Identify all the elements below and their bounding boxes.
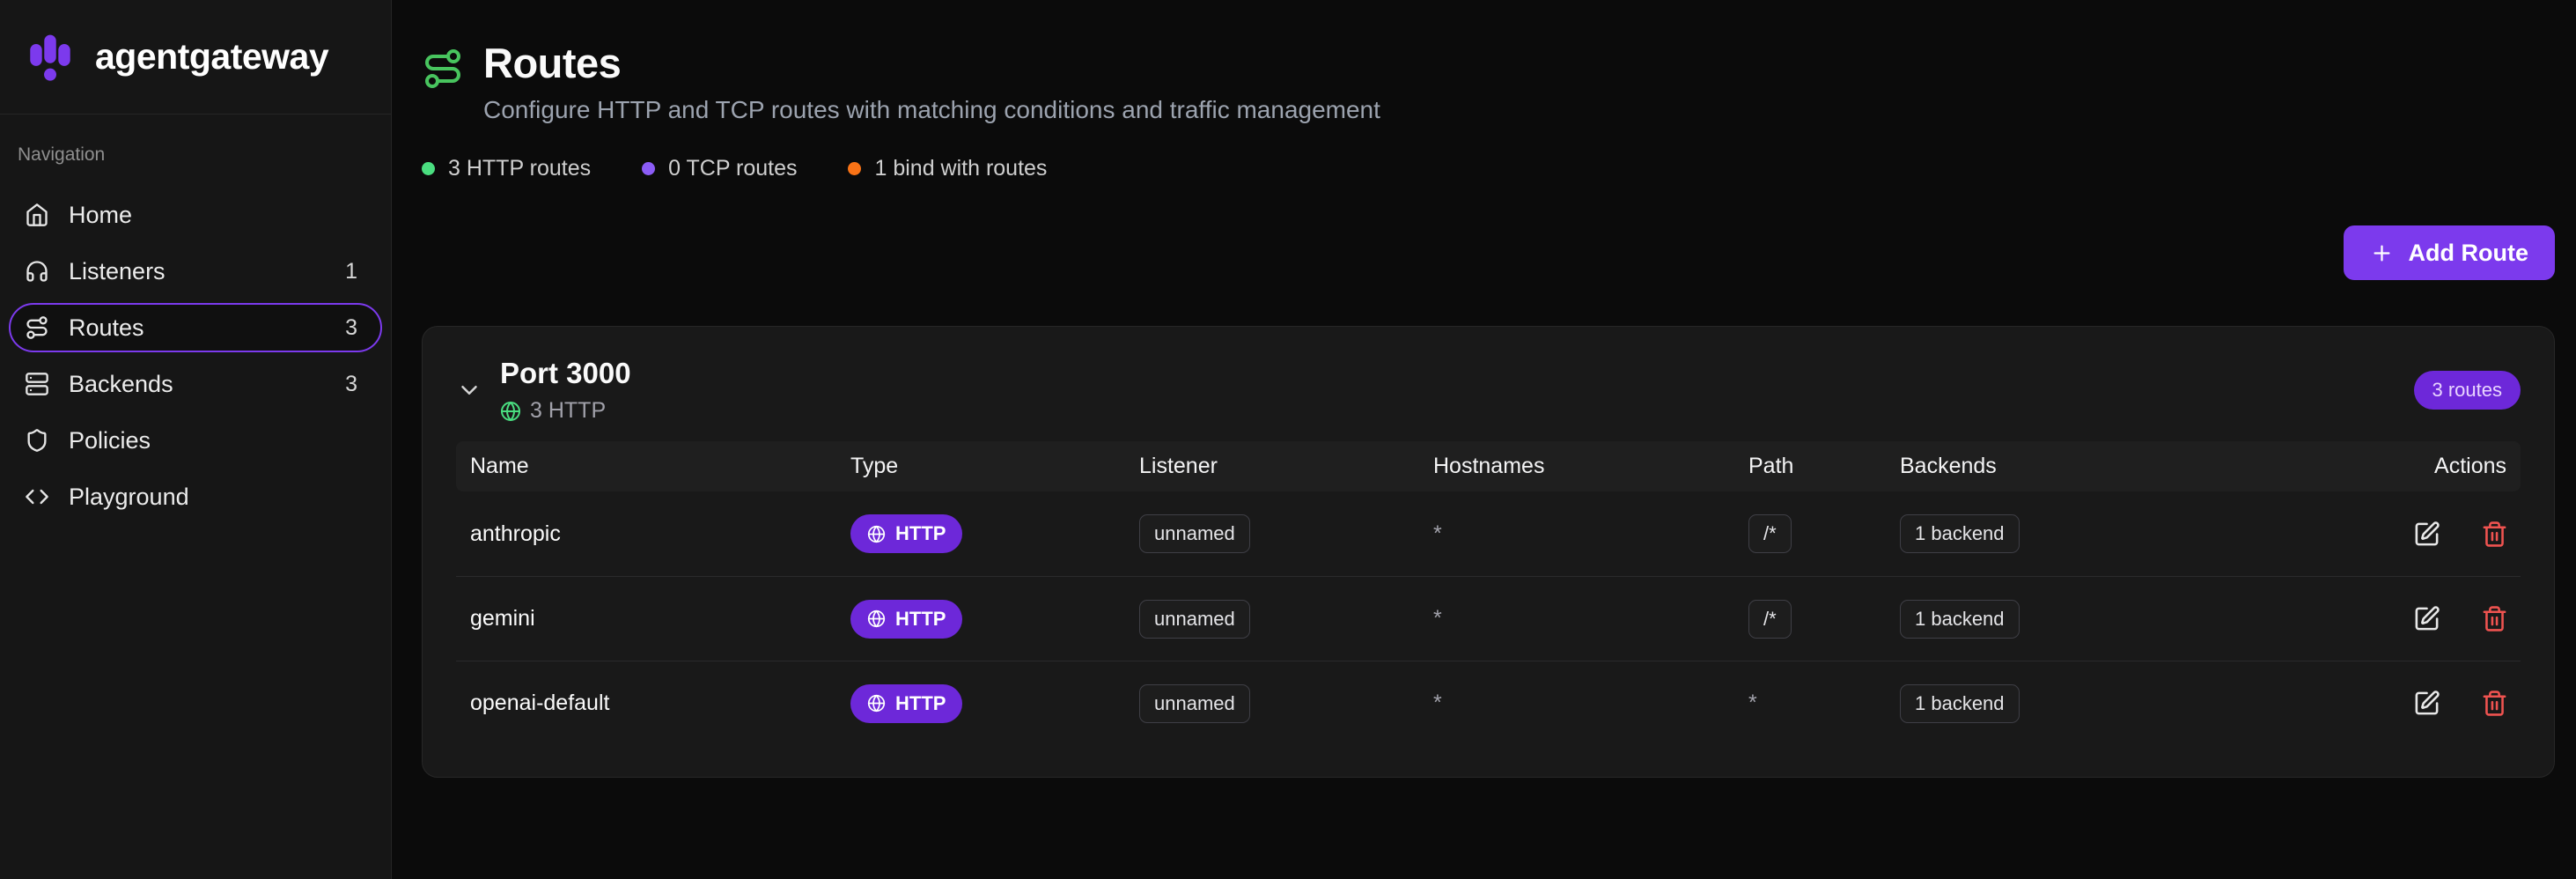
hostnames-value: * [1433, 691, 1748, 716]
shield-icon [25, 428, 49, 453]
port-group-subtitle: 3 HTTP [500, 398, 631, 424]
sidebar-item-home[interactable]: Home [9, 190, 382, 240]
sidebar-item-backends[interactable]: Backends 3 [9, 359, 382, 409]
globe-icon [867, 694, 886, 713]
delete-route-button[interactable] [2481, 521, 2508, 548]
route-icon [25, 315, 49, 340]
port-group-card: Port 3000 3 HTTP 3 routes Name Type List… [422, 326, 2555, 778]
edit-icon [2413, 690, 2440, 717]
column-header-listener: Listener [1139, 454, 1433, 479]
sidebar-nav: Navigation Home Listeners 1 Routes [0, 114, 391, 548]
page-title: Routes [483, 39, 1380, 87]
app-window: agentgateway Navigation Home Listeners 1 [0, 0, 2576, 879]
trash-icon [2481, 605, 2508, 632]
table-row: openai-default HTTP unnamed * * 1 backen… [456, 661, 2521, 745]
hostnames-value: * [1433, 521, 1748, 547]
toolbar: Add Route [422, 225, 2555, 280]
path-badge: /* [1748, 600, 1792, 639]
globe-icon [500, 401, 521, 422]
code-icon [25, 484, 49, 509]
edit-route-button[interactable] [2413, 690, 2440, 717]
listener-badge: unnamed [1139, 684, 1250, 723]
routes-count-badge: 3 routes [2414, 371, 2521, 410]
column-header-hostnames: Hostnames [1433, 454, 1748, 479]
globe-icon [867, 525, 886, 543]
edit-route-button[interactable] [2413, 521, 2440, 548]
port-group-header: Port 3000 3 HTTP 3 routes [423, 327, 2554, 424]
nav-section-label: Navigation [9, 134, 382, 183]
type-badge: HTTP [850, 684, 962, 723]
delete-route-button[interactable] [2481, 690, 2508, 717]
sidebar-item-policies[interactable]: Policies [9, 416, 382, 465]
listener-badge: unnamed [1139, 514, 1250, 553]
type-badge: HTTP [850, 514, 962, 553]
sidebar-item-listeners[interactable]: Listeners 1 [9, 247, 382, 296]
sidebar-item-playground[interactable]: Playground [9, 472, 382, 521]
home-icon [25, 203, 49, 227]
stat-tcp-routes: 0 TCP routes [642, 156, 797, 181]
column-header-actions: Actions [2358, 454, 2521, 479]
backends-badge: 1 backend [1900, 514, 2020, 553]
sidebar-item-label: Playground [69, 484, 189, 511]
sidebar: agentgateway Navigation Home Listeners 1 [0, 0, 392, 879]
column-header-name: Name [456, 454, 850, 479]
sidebar-item-label: Listeners [69, 258, 166, 285]
backends-badge: 1 backend [1900, 600, 2020, 639]
type-badge: HTTP [850, 600, 962, 639]
server-icon [25, 372, 49, 396]
brand-header: agentgateway [0, 0, 391, 114]
sidebar-item-count: 3 [345, 315, 366, 341]
sidebar-item-routes[interactable]: Routes 3 [9, 303, 382, 352]
sidebar-item-label: Routes [69, 314, 144, 342]
table-header-row: Name Type Listener Hostnames Path Backen… [456, 441, 2521, 491]
add-route-button[interactable]: Add Route [2344, 225, 2555, 280]
table-row: anthropic HTTP unnamed * /* 1 backend [456, 491, 2521, 576]
sidebar-item-label: Backends [69, 371, 173, 398]
agentgateway-logo-icon [23, 30, 77, 85]
purple-dot-icon [642, 162, 655, 175]
route-name: anthropic [456, 521, 850, 547]
edit-icon [2413, 605, 2440, 632]
table-row: gemini HTTP unnamed * /* 1 backend [456, 576, 2521, 661]
orange-dot-icon [848, 162, 861, 175]
stat-binds: 1 bind with routes [848, 156, 1047, 181]
sidebar-item-count: 1 [345, 259, 366, 284]
brand-name: agentgateway [95, 36, 328, 78]
edit-icon [2413, 521, 2440, 548]
headphones-icon [25, 259, 49, 284]
backends-badge: 1 backend [1900, 684, 2020, 723]
column-header-path: Path [1748, 454, 1900, 479]
green-dot-icon [422, 162, 435, 175]
main-content: Routes Configure HTTP and TCP routes wit… [392, 0, 2576, 879]
page-subtitle: Configure HTTP and TCP routes with match… [483, 96, 1380, 124]
column-header-backends: Backends [1900, 454, 2358, 479]
sidebar-item-label: Policies [69, 427, 151, 454]
path-value: * [1748, 691, 1900, 716]
port-group-title: Port 3000 [500, 357, 631, 390]
path-badge: /* [1748, 514, 1792, 553]
route-stats: 3 HTTP routes 0 TCP routes 1 bind with r… [422, 156, 2555, 181]
route-icon [422, 48, 464, 90]
trash-icon [2481, 690, 2508, 717]
route-name: gemini [456, 606, 850, 632]
routes-table: Name Type Listener Hostnames Path Backen… [456, 441, 2521, 745]
edit-route-button[interactable] [2413, 605, 2440, 632]
plus-icon [2370, 241, 2394, 265]
stat-http-routes: 3 HTTP routes [422, 156, 591, 181]
listener-badge: unnamed [1139, 600, 1250, 639]
route-name: openai-default [456, 691, 850, 716]
trash-icon [2481, 521, 2508, 548]
globe-icon [867, 609, 886, 628]
delete-route-button[interactable] [2481, 605, 2508, 632]
sidebar-item-label: Home [69, 202, 132, 229]
sidebar-item-count: 3 [345, 372, 366, 397]
column-header-type: Type [850, 454, 1139, 479]
page-header: Routes Configure HTTP and TCP routes wit… [422, 39, 2555, 124]
hostnames-value: * [1433, 606, 1748, 632]
chevron-down-icon[interactable] [456, 377, 482, 403]
